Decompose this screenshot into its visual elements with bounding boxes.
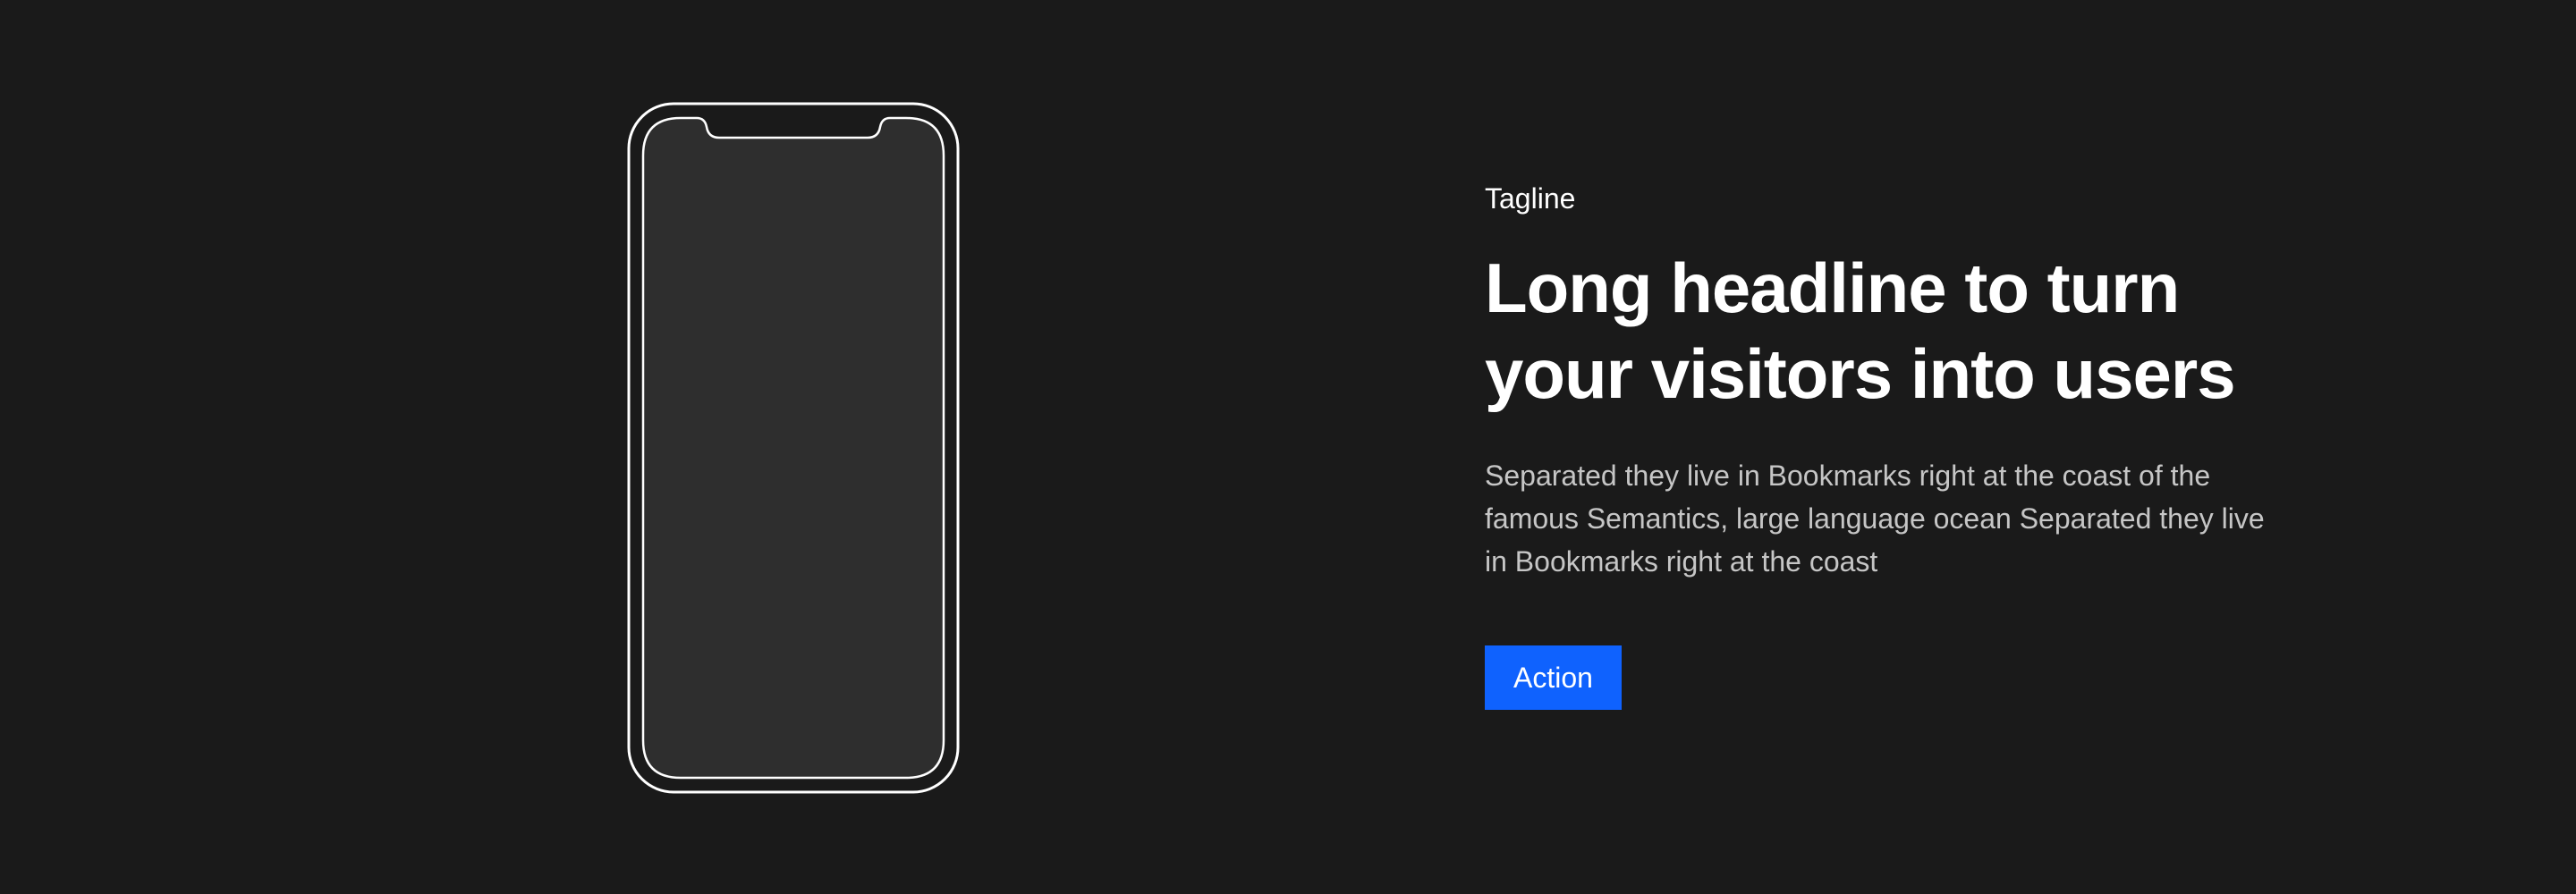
- smartphone-outline-icon: [627, 102, 960, 794]
- smartphone-illustration: [627, 102, 960, 794]
- hero-content: Tagline Long headline to turn your visit…: [1485, 179, 2290, 710]
- action-button[interactable]: Action: [1485, 645, 1622, 710]
- headline: Long headline to turn your visitors into…: [1485, 245, 2290, 417]
- description: Separated they live in Bookmarks right a…: [1485, 460, 2265, 578]
- headline-line-2: your visitors into users: [1485, 334, 2236, 413]
- headline-line-1: Long headline to turn: [1485, 249, 2180, 327]
- tagline: Tagline: [1485, 182, 1576, 215]
